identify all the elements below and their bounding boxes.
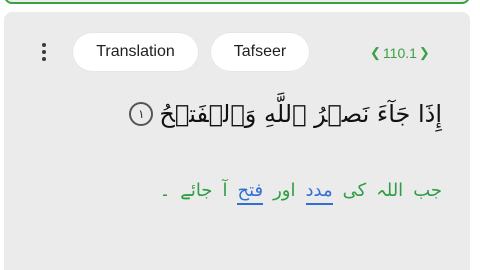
translation-word: اللہ (376, 180, 404, 201)
translation-word: کی (342, 180, 367, 201)
translation-button-label: Translation (96, 43, 175, 60)
ornament-left-icon: ❮ (370, 45, 381, 60)
highlighted-word[interactable]: مدد (305, 180, 333, 205)
translation-word: جائے (180, 180, 213, 201)
translation-word: جب (413, 180, 442, 201)
translation-word: اور (273, 180, 296, 201)
menu-dot (42, 43, 46, 47)
verse-reference: ❮ 110.1 ❯ (370, 42, 430, 64)
ayah-number-marker: ١ (129, 102, 154, 126)
arabic-verse: إِذَا جَآءَ نَصۡرُ ٱللَّهِ وَٱلۡفَتۡحُ ١ (129, 100, 442, 128)
menu-dot (42, 57, 46, 61)
ayah-number: ١ (138, 107, 145, 121)
page: Translation Tafseer ❮ 110.1 ❯ إِذَا جَآء… (0, 0, 480, 270)
tafseer-button-label: Tafseer (233, 43, 287, 60)
tafseer-button[interactable]: Tafseer (211, 33, 309, 71)
translation-button[interactable]: Translation (73, 33, 198, 71)
ornament-right-icon: ❯ (418, 45, 430, 60)
arabic-verse-text: إِذَا جَآءَ نَصۡرُ ٱللَّهِ وَٱلۡفَتۡحُ (159, 100, 442, 128)
verse-reference-number: 110.1 (382, 45, 417, 61)
translation-word: ۔ (159, 180, 171, 201)
urdu-translation: جب اللہ کی مدد اور فتح آ جائے ۔ (160, 180, 442, 205)
menu-dot (42, 50, 46, 54)
more-options-icon[interactable] (34, 40, 54, 64)
previous-card[interactable] (4, 0, 470, 4)
highlighted-word[interactable]: فتح (237, 180, 264, 205)
translation-word: آ (222, 180, 228, 201)
